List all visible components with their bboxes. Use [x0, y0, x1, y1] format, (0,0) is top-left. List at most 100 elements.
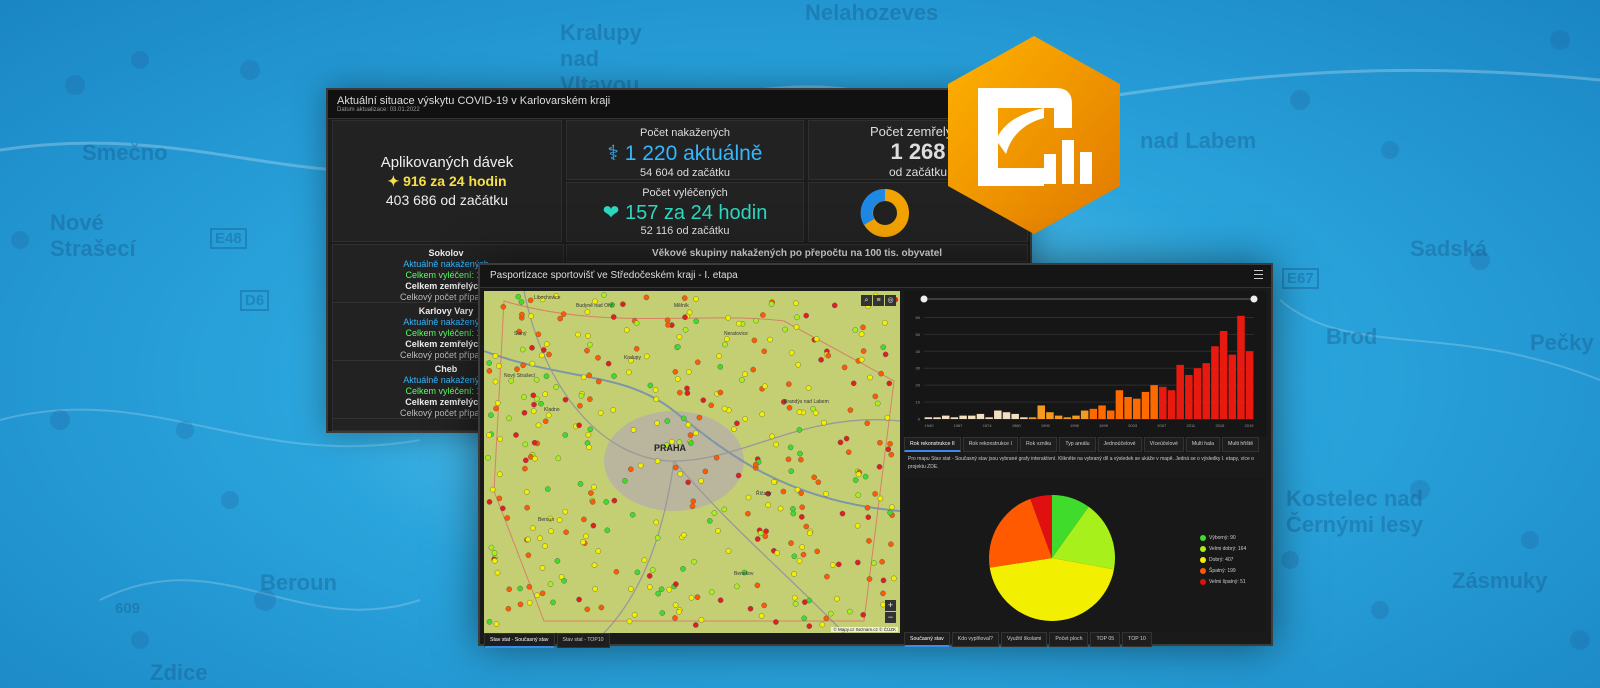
- map-point[interactable]: [823, 491, 829, 497]
- bar[interactable]: [1185, 375, 1193, 419]
- map-point[interactable]: [831, 302, 838, 309]
- map-point[interactable]: [523, 457, 529, 464]
- map-point[interactable]: [846, 608, 853, 615]
- map-point[interactable]: [866, 538, 872, 544]
- map-point[interactable]: [694, 594, 701, 601]
- bar[interactable]: [1011, 413, 1019, 419]
- map-point[interactable]: [654, 420, 660, 426]
- map-point[interactable]: [806, 530, 813, 536]
- map-point[interactable]: [725, 548, 732, 554]
- map-point[interactable]: [855, 471, 862, 478]
- map-point[interactable]: [717, 597, 724, 604]
- map-point[interactable]: [580, 539, 586, 545]
- map-point[interactable]: [505, 605, 512, 612]
- map-point[interactable]: [583, 533, 589, 540]
- map-point[interactable]: [521, 394, 527, 400]
- map-point[interactable]: [637, 462, 644, 469]
- map-point[interactable]: [698, 616, 705, 623]
- map-point[interactable]: [850, 380, 857, 387]
- map-point[interactable]: [706, 518, 713, 524]
- map-point[interactable]: [757, 530, 764, 536]
- map-point[interactable]: [687, 432, 694, 438]
- map-point[interactable]: [488, 544, 495, 551]
- map-point[interactable]: [858, 331, 865, 338]
- map-point[interactable]: [578, 392, 585, 399]
- bar[interactable]: [924, 417, 933, 419]
- map-point[interactable]: [852, 327, 859, 333]
- map-point[interactable]: [664, 418, 671, 424]
- map-point[interactable]: [587, 426, 594, 433]
- map-point[interactable]: [702, 468, 709, 475]
- map-point[interactable]: [731, 426, 737, 432]
- legend-item[interactable]: Velmi dobrý: 164: [1200, 543, 1246, 554]
- map-point[interactable]: [685, 369, 692, 375]
- map-point[interactable]: [622, 477, 628, 484]
- map-point[interactable]: [880, 590, 886, 597]
- map-point[interactable]: [664, 317, 671, 324]
- map-point[interactable]: [796, 409, 803, 415]
- map-canvas[interactable]: [484, 291, 900, 633]
- map-point[interactable]: [526, 599, 533, 606]
- map-point[interactable]: [542, 543, 548, 549]
- map-point[interactable]: [591, 562, 598, 569]
- map-point[interactable]: [801, 615, 808, 622]
- map-point[interactable]: [867, 374, 873, 381]
- map-point[interactable]: [585, 333, 591, 339]
- bar[interactable]: [1080, 410, 1089, 419]
- layers-icon[interactable]: ◎: [885, 295, 896, 306]
- map-point[interactable]: [545, 412, 552, 419]
- map-point[interactable]: [882, 351, 889, 358]
- bar[interactable]: [968, 415, 976, 419]
- map-point[interactable]: [795, 361, 802, 368]
- map-point[interactable]: [745, 510, 751, 517]
- bar[interactable]: [1028, 417, 1037, 419]
- bar[interactable]: [1245, 351, 1254, 419]
- tab-chart-year-created[interactable]: Rok vzniku: [1019, 437, 1058, 452]
- map-point[interactable]: [888, 451, 895, 458]
- bar[interactable]: [1159, 386, 1167, 419]
- map-point[interactable]: [739, 377, 745, 383]
- map-point[interactable]: [765, 502, 772, 508]
- map-point[interactable]: [768, 301, 775, 307]
- map-point[interactable]: [601, 292, 607, 298]
- map-point[interactable]: [562, 432, 568, 438]
- bar[interactable]: [1037, 405, 1045, 419]
- map-point[interactable]: [889, 504, 895, 510]
- map-point[interactable]: [733, 583, 740, 590]
- map-point[interactable]: [497, 436, 504, 442]
- tab-chart-single-purpose[interactable]: Jednoúčelové: [1097, 437, 1142, 452]
- map-point[interactable]: [541, 347, 547, 353]
- tab-chart-type[interactable]: Typ areálu: [1059, 437, 1096, 452]
- map-point[interactable]: [874, 400, 881, 407]
- map-point[interactable]: [676, 389, 683, 396]
- map-point[interactable]: [595, 355, 601, 361]
- map-point[interactable]: [763, 528, 769, 534]
- map-point[interactable]: [692, 622, 699, 628]
- map-point[interactable]: [520, 362, 526, 369]
- map-point[interactable]: [519, 346, 526, 353]
- map-point[interactable]: [634, 569, 641, 576]
- map-point[interactable]: [647, 382, 654, 389]
- map-point[interactable]: [539, 590, 546, 597]
- map-point[interactable]: [806, 623, 813, 629]
- map-point[interactable]: [629, 511, 636, 518]
- map-point[interactable]: [751, 337, 758, 344]
- map-point[interactable]: [589, 499, 596, 505]
- map-point[interactable]: [888, 541, 894, 547]
- map-point[interactable]: [884, 414, 891, 421]
- map-point[interactable]: [694, 359, 701, 365]
- map-point[interactable]: [760, 312, 766, 318]
- tab-pie-surfaces[interactable]: Počet ploch: [1049, 632, 1089, 647]
- map-point[interactable]: [586, 372, 592, 379]
- bar[interactable]: [1115, 390, 1124, 419]
- map-point[interactable]: [649, 567, 656, 573]
- map-point[interactable]: [834, 595, 840, 602]
- map-point[interactable]: [543, 341, 550, 347]
- legend-item[interactable]: Velmi špatný: 51: [1200, 576, 1246, 587]
- map-point[interactable]: [595, 548, 602, 554]
- map-point[interactable]: [685, 421, 692, 428]
- map-point[interactable]: [750, 366, 757, 373]
- map-point[interactable]: [555, 455, 562, 462]
- map-point[interactable]: [879, 558, 885, 565]
- map-point[interactable]: [689, 503, 696, 510]
